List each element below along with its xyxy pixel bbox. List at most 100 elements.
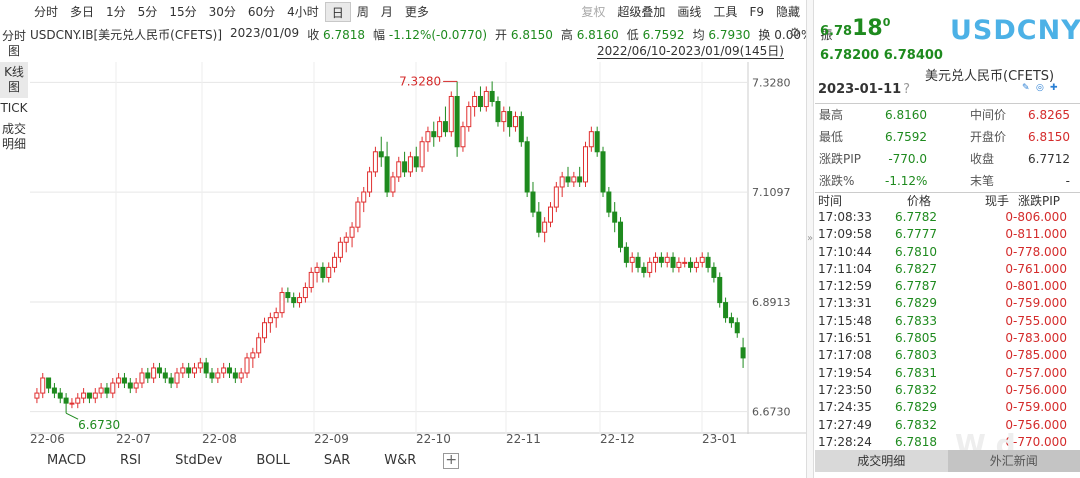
tick-volume: 0 (1005, 210, 1013, 224)
tab-fx-news[interactable]: 外汇新闻 (947, 450, 1080, 472)
candle-body (448, 95, 454, 133)
period-9[interactable]: 周 (351, 2, 375, 22)
view-tab-1[interactable]: K线图 (0, 62, 28, 98)
tick-change: -759.000 (1013, 296, 1067, 311)
candle-body (477, 95, 483, 108)
open-label: 开 (495, 28, 508, 42)
indicator-tab-2[interactable]: StdDev (158, 450, 239, 472)
period-4[interactable]: 15分 (163, 2, 202, 22)
view-tab-0[interactable]: 分时图 (0, 26, 28, 62)
x-tick-label: 22-08 (202, 432, 237, 446)
candle-body (279, 292, 285, 314)
candle-body (262, 322, 268, 339)
period-1[interactable]: 多日 (64, 2, 100, 22)
candle-body (647, 261, 653, 273)
candle-body (472, 95, 478, 108)
candlestick-chart[interactable]: 6.6730 6.8913 7.1097 7.3280 7.3280 6.6730 (30, 62, 806, 434)
candle-body (664, 256, 670, 263)
indicator-tab-5[interactable]: W&R (367, 450, 433, 472)
change-label: 幅 (373, 28, 386, 42)
candle-body (343, 236, 349, 243)
tick-row: 17:15:48 6.7833 0 -755.000 (815, 313, 1080, 330)
candle-body (728, 317, 734, 324)
high-value: 6.8160 (576, 28, 619, 42)
tick-time: 17:15:48 (818, 313, 872, 328)
add-indicator-button[interactable]: + (443, 453, 460, 469)
candle-body (273, 312, 279, 319)
candle-body (186, 367, 192, 374)
stat-row: 最低 6.7592 开盘价 6.8150 (815, 126, 1080, 148)
candle-body (320, 266, 326, 278)
indicator-tab-4[interactable]: SAR (307, 450, 367, 472)
period-0[interactable]: 分时 (28, 2, 64, 22)
tick-volume: 0 (1005, 348, 1013, 363)
tick-row: 17:24:35 6.7829 0 -759.000 (815, 399, 1080, 416)
candle-body (227, 367, 233, 374)
period-6[interactable]: 60分 (242, 2, 281, 22)
indicator-tabs: MACD RSI StdDev BOLL SAR W&R + (30, 450, 460, 472)
tick-change: -759.000 (1013, 400, 1067, 415)
tick-change: -778.000 (1013, 244, 1067, 259)
settings-icon[interactable]: ⚙ (789, 26, 801, 41)
view-tab-3[interactable]: 成交明细 (0, 119, 28, 155)
period-5[interactable]: 30分 (203, 2, 242, 22)
toolbar-action-4[interactable]: F9 (743, 2, 770, 22)
panel-splitter[interactable]: » (806, 0, 814, 478)
x-tick-label: 22-11 (506, 432, 541, 446)
candle-body (104, 387, 110, 394)
refresh-icon[interactable]: ◎ (1036, 84, 1045, 93)
candle-body (332, 256, 338, 268)
candle-body (81, 392, 87, 399)
candle-body (723, 302, 729, 319)
candle-body (629, 256, 635, 263)
date-range[interactable]: 2022/06/10-2023/01/09(145日) (597, 44, 784, 59)
toolbar-action-5[interactable]: 隐藏 (770, 2, 806, 22)
candle-body (308, 271, 314, 289)
toolbar-action-3[interactable]: 工具 (707, 2, 743, 22)
toolbar-action-0[interactable]: 复权 (575, 2, 611, 22)
tab-trade-detail[interactable]: 成交明细 (815, 450, 948, 472)
tick-volume: 0 (1005, 382, 1013, 397)
candle-body (419, 141, 425, 168)
period-2[interactable]: 1分 (100, 2, 132, 22)
x-tick-label: 22-12 (600, 432, 635, 446)
tick-time: 17:10:44 (818, 244, 872, 259)
edit-icon[interactable]: ✎ (1022, 84, 1031, 93)
view-tab-2[interactable]: TICK (0, 98, 28, 119)
open-value: 6.8150 (510, 28, 553, 42)
period-10[interactable]: 月 (375, 2, 399, 22)
tick-price: 6.7829 (895, 296, 937, 311)
tick-change: -770.000 (1013, 434, 1067, 449)
candle-body (46, 377, 52, 389)
tick-time: 17:28:24 (818, 434, 872, 449)
add-icon[interactable]: ✚ (1050, 84, 1059, 93)
period-7[interactable]: 4小时 (281, 2, 325, 22)
tick-change: -806.000 (1013, 210, 1067, 224)
candle-body (63, 397, 69, 404)
period-3[interactable]: 5分 (132, 2, 164, 22)
view-tabs: 分时图 K线图 TICK 成交明细 (0, 26, 28, 446)
period-toolbar: 分时 多日 1分 5分 15分 30分 60分 4小时日周月更多 复权 超级叠加 画线 工具 F9 隐藏 (0, 0, 806, 24)
change-field: 幅 -1.12%(-0.0770) (373, 26, 487, 43)
candle-body (110, 382, 116, 394)
quote-tools: ✎ ◎ ✚ (1022, 84, 1059, 93)
candle-body (600, 151, 606, 193)
indicator-tab-3[interactable]: BOLL (239, 450, 306, 472)
candle-body (121, 377, 127, 384)
tick-price: 6.7829 (895, 400, 937, 415)
x-tick-label: 22-06 (30, 432, 65, 446)
candle-body (623, 246, 629, 263)
avg-label: 均 (692, 28, 705, 42)
help-icon[interactable]: ? (903, 82, 910, 97)
candle-body (372, 151, 378, 173)
period-11[interactable]: 更多 (399, 2, 435, 22)
indicator-tab-0[interactable]: MACD (30, 450, 103, 472)
indicator-tab-1[interactable]: RSI (103, 450, 158, 472)
turnover-label: 换 (758, 28, 771, 42)
period-8[interactable]: 日 (324, 2, 351, 22)
toolbar-action-1[interactable]: 超级叠加 (611, 2, 671, 22)
toolbar-action-2[interactable]: 画线 (671, 2, 707, 22)
candle-body (483, 90, 489, 108)
stat-label: 收盘 (970, 152, 995, 166)
collapse-icon[interactable]: » (807, 233, 813, 244)
